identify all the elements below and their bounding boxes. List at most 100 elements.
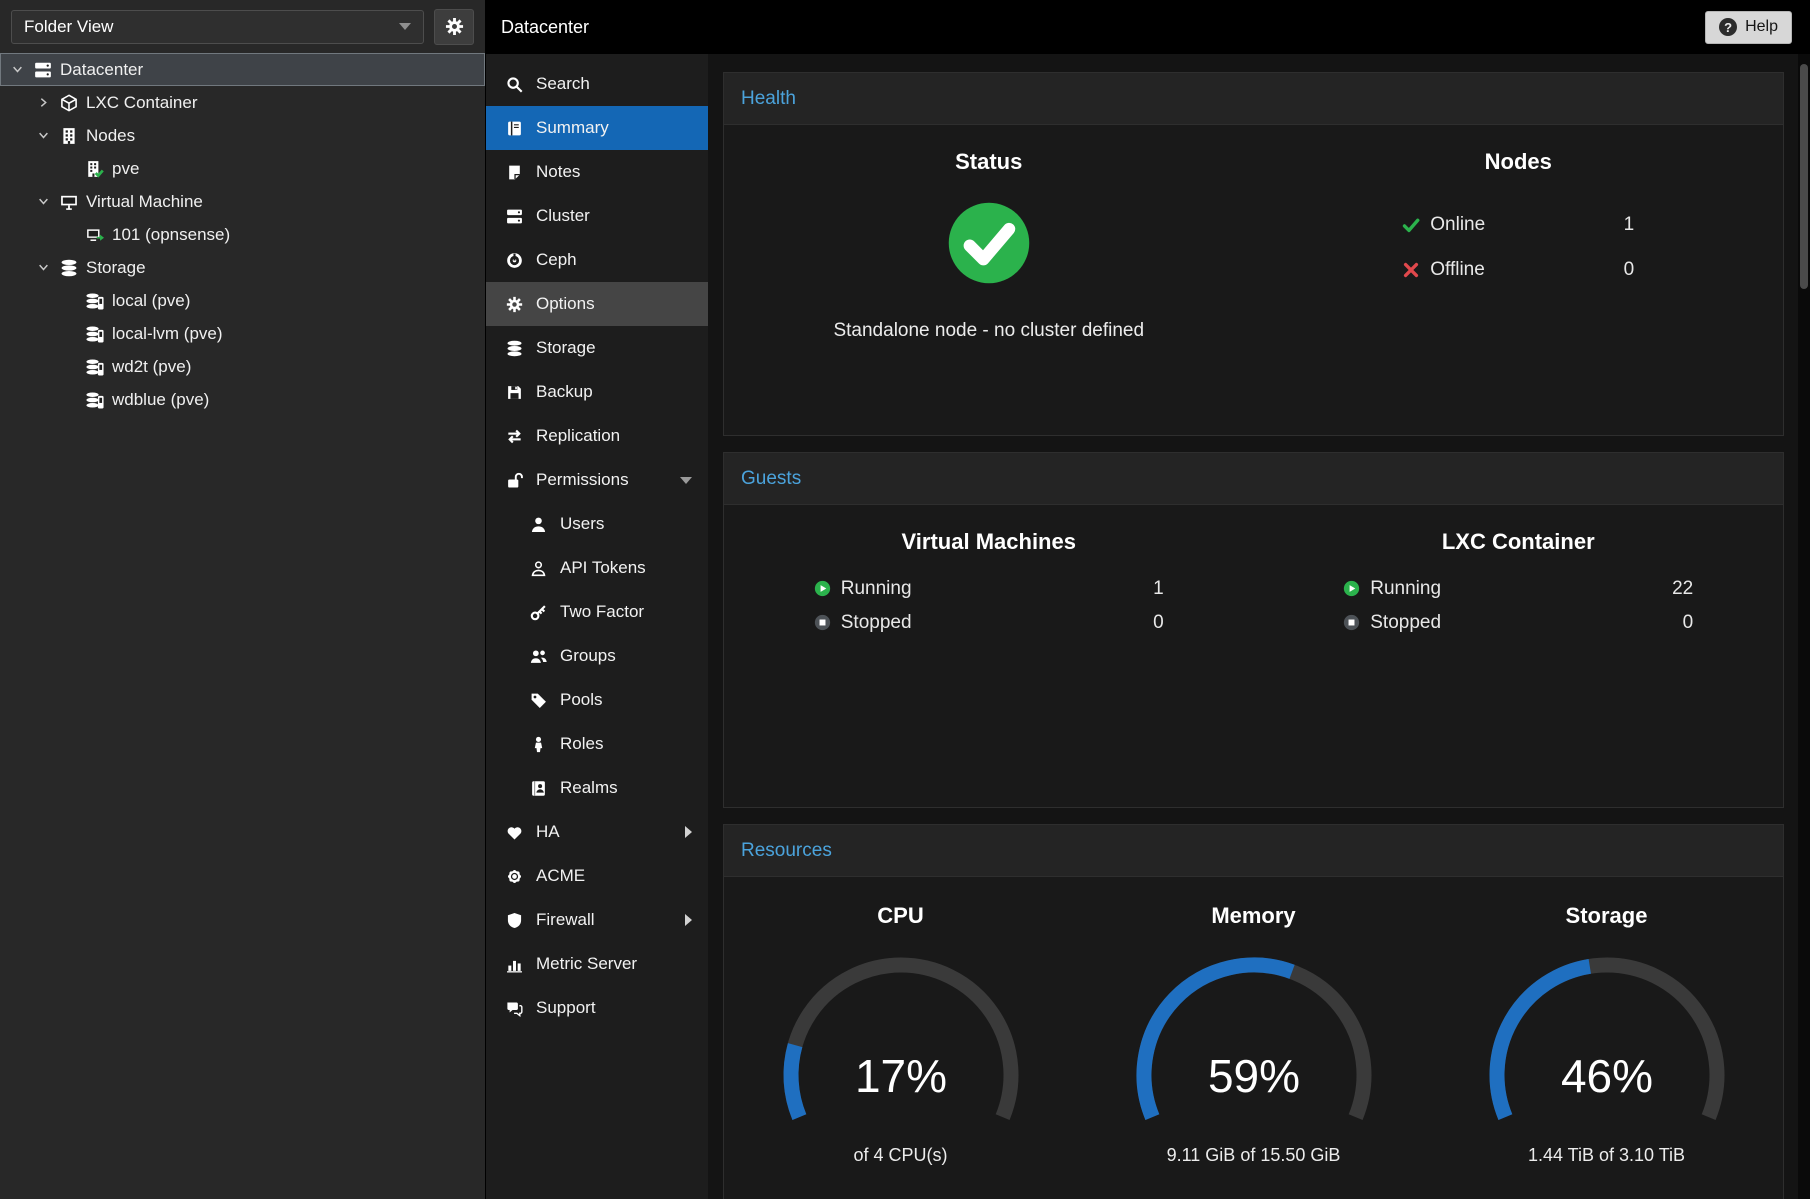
gauge-chart: 59%: [1114, 945, 1394, 1141]
menu-item-label: Groups: [560, 646, 616, 666]
tree-item-storage[interactable]: Storage: [0, 251, 485, 284]
menu-item-label: Permissions: [536, 470, 629, 490]
gear-icon: [445, 17, 464, 36]
menu-item-users[interactable]: Users: [486, 502, 708, 546]
chat-icon: [506, 1000, 523, 1017]
menu-item-label: Two Factor: [560, 602, 644, 622]
guest-status-list: Running22Stopped0: [1343, 575, 1693, 636]
submenu-collapsed-arrow-icon: [685, 826, 692, 838]
tree-item-label: Storage: [86, 258, 146, 278]
node-status-value: 1: [1624, 214, 1635, 236]
heart-icon: [506, 824, 523, 841]
chevron-down-icon[interactable]: [8, 64, 26, 75]
page-title: Datacenter: [501, 17, 589, 38]
menu-item-replication[interactable]: Replication: [486, 414, 708, 458]
menu-item-backup[interactable]: Backup: [486, 370, 708, 414]
chevron-down-icon: [399, 23, 411, 30]
view-selector-dropdown[interactable]: Folder View: [11, 10, 424, 44]
tree-item-local-lvm-pve[interactable]: local-lvm (pve): [0, 317, 485, 350]
menu-item-pools[interactable]: Pools: [486, 678, 708, 722]
menu-item-label: Users: [560, 514, 604, 534]
menu-item-summary[interactable]: Summary: [486, 106, 708, 150]
menu-item-realms[interactable]: Realms: [486, 766, 708, 810]
menu-item-ha[interactable]: HA: [486, 810, 708, 854]
menu-item-label: Cluster: [536, 206, 590, 226]
tree-item-virtual-machine[interactable]: Virtual Machine: [0, 185, 485, 218]
tree-item-local-pve[interactable]: local (pve): [0, 284, 485, 317]
unlock-icon: [506, 472, 523, 489]
tree-item-lxc-container[interactable]: LXC Container: [0, 86, 485, 119]
tree-item-101-opnsense[interactable]: 101 (opnsense): [0, 218, 485, 251]
menu-item-acme[interactable]: ACME: [486, 854, 708, 898]
menu-item-label: Search: [536, 74, 590, 94]
chevron-down-icon[interactable]: [34, 196, 52, 207]
menu-item-firewall[interactable]: Firewall: [486, 898, 708, 942]
tree-item-nodes[interactable]: Nodes: [0, 119, 485, 152]
floppy-icon: [506, 384, 523, 401]
tree-item-datacenter[interactable]: Datacenter: [0, 53, 485, 86]
gauge-subtitle: of 4 CPU(s): [853, 1145, 947, 1166]
person-icon: [530, 736, 547, 753]
resources-panel-body: CPU17%of 4 CPU(s)Memory59%9.11 GiB of 15…: [724, 877, 1783, 1166]
menu-item-ceph[interactable]: Ceph: [486, 238, 708, 282]
menu-item-storage[interactable]: Storage: [486, 326, 708, 370]
menu-item-metric-server[interactable]: Metric Server: [486, 942, 708, 986]
menu-item-options[interactable]: Options: [486, 282, 708, 326]
health-panel-header: Health: [724, 73, 1783, 125]
resource-tree: DatacenterLXC Container Nodes pve Virtual M…: [0, 53, 485, 1199]
tree-item-label: wdblue (pve): [112, 390, 209, 410]
question-icon: ?: [1719, 18, 1737, 36]
chevron-down-icon[interactable]: [34, 130, 52, 141]
health-panel-body: Status Standalone node - no cluster defi…: [724, 125, 1783, 342]
check-icon: [1402, 216, 1420, 234]
tree-item-label: local-lvm (pve): [112, 324, 223, 344]
gauge-cpu: CPU17%of 4 CPU(s): [724, 903, 1077, 1166]
tree-item-pve[interactable]: pve: [0, 152, 485, 185]
note-icon: [506, 164, 523, 181]
server-icon: [34, 61, 52, 79]
menu-item-notes[interactable]: Notes: [486, 150, 708, 194]
guest-status-label: Stopped: [841, 612, 912, 634]
tag-icon: [530, 692, 547, 709]
nodes-title: Nodes: [1485, 149, 1552, 175]
status-message: Standalone node - no cluster defined: [833, 320, 1144, 342]
tree-item-label: Virtual Machine: [86, 192, 203, 212]
vertical-scrollbar[interactable]: [1798, 54, 1810, 1199]
users-icon: [530, 648, 547, 665]
gauge-title: Memory: [1211, 903, 1295, 929]
tree-item-label: pve: [112, 159, 139, 179]
node-status-label: Online: [1430, 214, 1485, 236]
menu-item-roles[interactable]: Roles: [486, 722, 708, 766]
view-selector-label: Folder View: [24, 17, 113, 37]
menu-item-label: ACME: [536, 866, 585, 886]
menu-item-two-factor[interactable]: Two Factor: [486, 590, 708, 634]
menu-item-groups[interactable]: Groups: [486, 634, 708, 678]
chevron-down-icon[interactable]: [34, 262, 52, 273]
menu-item-search[interactable]: Search: [486, 62, 708, 106]
help-button[interactable]: ? Help: [1705, 11, 1792, 44]
node-status-label: Offline: [1430, 259, 1485, 281]
discs-icon: [60, 259, 78, 277]
tree-item-label: Nodes: [86, 126, 135, 146]
menu-item-cluster[interactable]: Cluster: [486, 194, 708, 238]
help-button-label: Help: [1745, 18, 1778, 36]
menu-item-label: Replication: [536, 426, 620, 446]
menu-item-api-tokens[interactable]: API Tokens: [486, 546, 708, 590]
storage-drive-icon: [86, 391, 104, 409]
tree-item-wd2t-pve[interactable]: wd2t (pve): [0, 350, 485, 383]
menu-item-label: Metric Server: [536, 954, 637, 974]
tree-item-wdblue-pve[interactable]: wdblue (pve): [0, 383, 485, 416]
guest-status-row-stopped: Stopped0: [1343, 609, 1693, 636]
menu-item-permissions[interactable]: Permissions: [486, 458, 708, 502]
scrollbar-thumb[interactable]: [1800, 64, 1808, 289]
health-panel-title: Health: [741, 88, 796, 110]
health-panel: Health Status Standalone node - no clust…: [723, 72, 1784, 436]
menu-item-label: HA: [536, 822, 560, 842]
guest-status-label: Stopped: [1370, 612, 1441, 634]
menu-item-support[interactable]: Support: [486, 986, 708, 1030]
main-region: Datacenter ? Help Search SummaryNotes Clus…: [486, 0, 1810, 1199]
proxmox-app: Folder View DatacenterLXC ContainerNodes…: [0, 0, 1810, 1199]
sidebar-settings-button[interactable]: [434, 9, 474, 45]
chevron-right-icon[interactable]: [34, 97, 52, 108]
guests-column-virtual-machines: Virtual MachinesRunning1Stopped0: [724, 505, 1254, 636]
